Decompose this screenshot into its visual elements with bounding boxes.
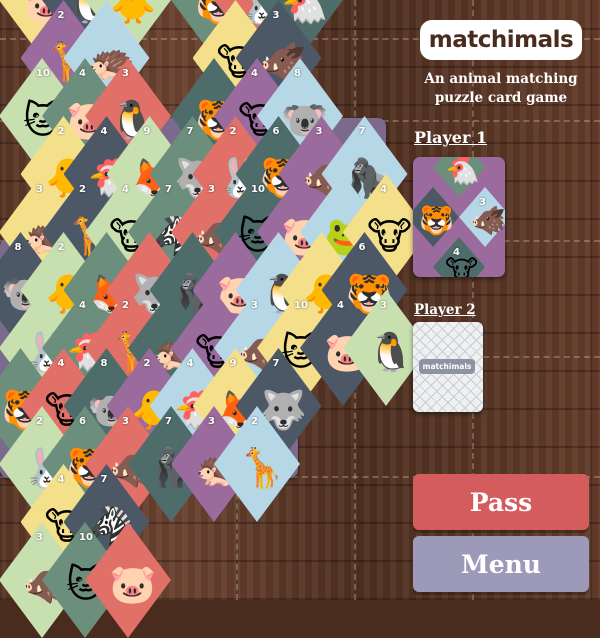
tile-number: 8: [100, 358, 108, 369]
tile-number: 3: [208, 416, 215, 427]
tile-number: 2: [57, 126, 65, 137]
tile-number: 6: [272, 126, 280, 137]
animal-face-icon: 🐧: [367, 330, 415, 374]
tile-number: 4: [79, 300, 86, 311]
tile-number: 4: [57, 474, 65, 485]
game-logo: matchimals: [420, 20, 582, 60]
tile-number: 9: [229, 358, 237, 369]
tile-number: 4: [337, 300, 344, 311]
tile-number: 8: [14, 242, 22, 253]
tile-number: 2: [57, 10, 65, 21]
tile-number: 4: [122, 184, 129, 195]
tile-number: 4: [100, 126, 108, 137]
tile-number: 2: [143, 358, 151, 369]
tile-number: 6: [358, 242, 366, 253]
animal-face-icon: 🐯: [419, 204, 454, 237]
tile-number: 4: [79, 68, 86, 79]
player-2-card-back: matchimals: [413, 322, 483, 412]
tile-number: 3: [315, 126, 323, 137]
player-1-label: Player 1: [414, 128, 488, 147]
tile-number: 3: [122, 416, 129, 427]
player-2-label: Player 2: [414, 302, 476, 318]
animal-face-icon: 🐔: [445, 157, 480, 187]
tile-number: 2: [79, 184, 86, 195]
tile-number: 6: [79, 416, 86, 427]
tile-number: 3: [36, 184, 43, 195]
tile-number: 3: [479, 197, 486, 208]
tile-number: 7: [100, 474, 108, 485]
animal-face-icon: 🦒: [238, 446, 286, 490]
tile-number: 10: [79, 532, 93, 543]
tile-number: 4: [453, 247, 460, 258]
tile-number: 4: [57, 358, 65, 369]
tile-number: 3: [208, 184, 215, 195]
tile-number: 3: [272, 10, 280, 21]
tile-number: 4: [251, 68, 258, 79]
tile-number: 8: [294, 68, 301, 79]
menu-button[interactable]: Menu: [413, 536, 589, 592]
tile-number: 2: [122, 300, 129, 311]
tile-number: 9: [143, 126, 151, 137]
tile-number: 4: [380, 184, 387, 195]
card-back-logo: matchimals: [419, 359, 475, 374]
tile-number: 7: [165, 184, 172, 195]
tile-number: 7: [165, 416, 172, 427]
tile-number: 3: [122, 68, 129, 79]
tile-number: 3: [380, 300, 387, 311]
animal-face-icon: 🐷: [109, 562, 157, 606]
animal-face-icon: 🐗: [471, 204, 505, 237]
tile-number: 3: [251, 300, 258, 311]
tile-number: 10: [36, 68, 50, 79]
tile-number: 4: [186, 358, 194, 369]
game-tagline: An animal matching puzzle card game: [424, 71, 578, 106]
tile-number: 7: [186, 126, 194, 137]
animal-face-icon: 🐮: [445, 254, 479, 278]
tile-number: 3: [36, 532, 43, 543]
pass-button[interactable]: Pass: [413, 474, 589, 530]
tile-number: 2: [229, 126, 237, 137]
tile-number: 2: [57, 242, 65, 253]
tile-number: 2: [36, 416, 43, 427]
tile-number: 7: [272, 358, 280, 369]
tile-number: 10: [294, 300, 308, 311]
player-1-hand-card[interactable]: 🐔 🐯 🐗 3 🐮 4: [413, 157, 505, 277]
tile-number: 10: [251, 184, 265, 195]
tile-number: 2: [251, 416, 258, 427]
tile-number: 7: [358, 126, 366, 137]
